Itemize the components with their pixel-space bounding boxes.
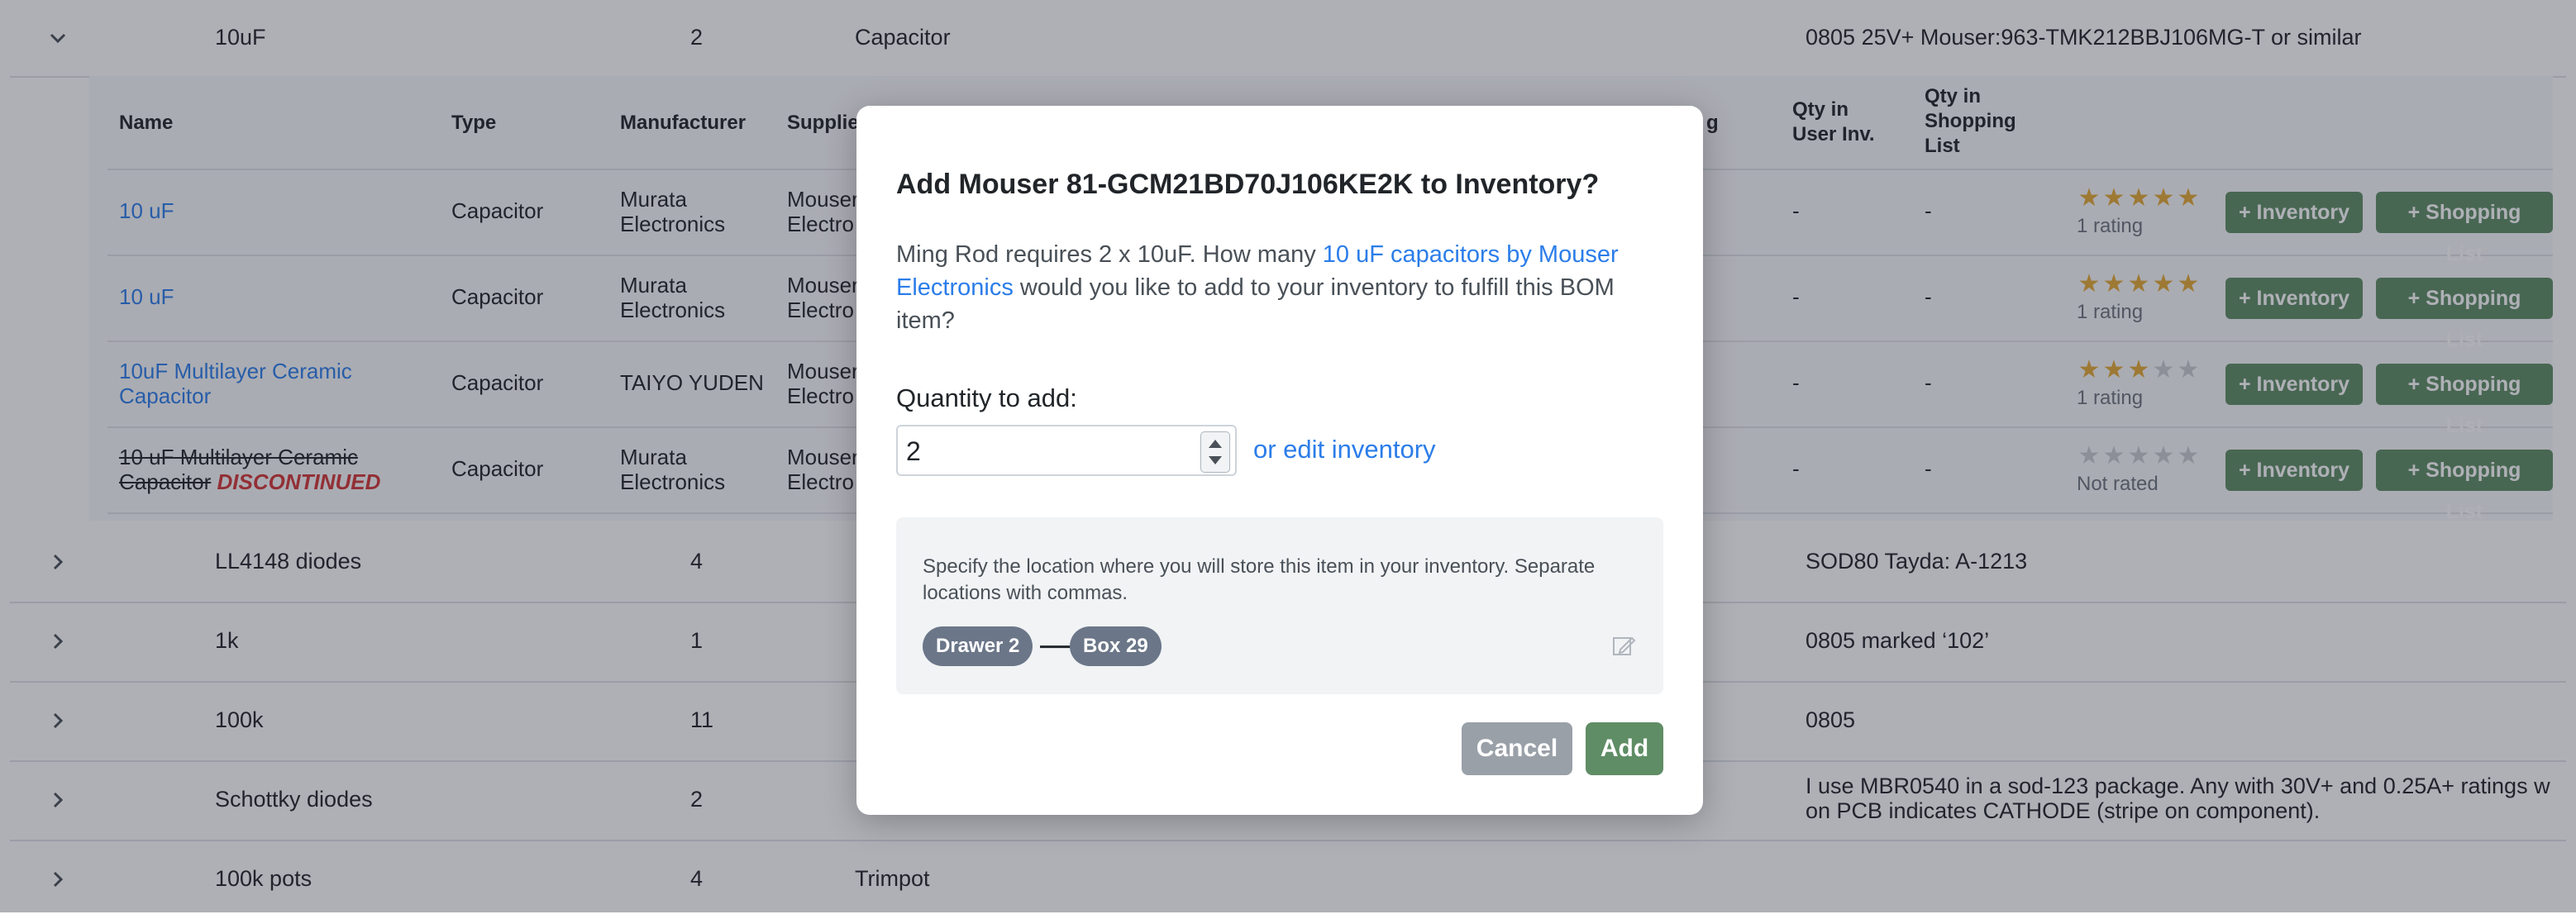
location-panel: Specify the location where you will stor… xyxy=(896,517,1663,694)
location-pill-drawer[interactable]: Drawer 2 xyxy=(923,626,1033,666)
edit-pencil-icon[interactable] xyxy=(1610,633,1637,659)
add-button[interactable]: Add xyxy=(1586,722,1663,775)
quantity-input[interactable]: 2 xyxy=(896,425,1237,476)
modal-description: Ming Rod requires 2 x 10uF. How many 10 … xyxy=(896,238,1640,337)
arrow-right-icon: ⟶ xyxy=(1038,629,1081,663)
modal-text-before: Ming Rod requires 2 x 10uF. How many xyxy=(896,241,1323,268)
cancel-button[interactable]: Cancel xyxy=(1462,722,1572,775)
spinner-up-icon[interactable] xyxy=(1209,440,1222,448)
location-pill-box[interactable]: Box 29 xyxy=(1070,626,1162,666)
location-help: Specify the location where you will stor… xyxy=(923,555,1596,604)
add-to-inventory-modal: Add Mouser 81-GCM21BD70J106KE2K to Inven… xyxy=(856,106,1703,815)
quantity-label: Quantity to add: xyxy=(896,383,1077,412)
modal-title: Add Mouser 81-GCM21BD70J106KE2K to Inven… xyxy=(896,169,1600,200)
quantity-value: 2 xyxy=(906,436,921,466)
spinner-down-icon[interactable] xyxy=(1209,456,1222,464)
bom-page: 10uF 2 Capacitor 0805 25V+ Mouser:963-TM… xyxy=(0,0,2576,912)
quantity-spinner[interactable] xyxy=(1200,431,1230,473)
edit-inventory-link[interactable]: or edit inventory xyxy=(1253,433,1436,466)
